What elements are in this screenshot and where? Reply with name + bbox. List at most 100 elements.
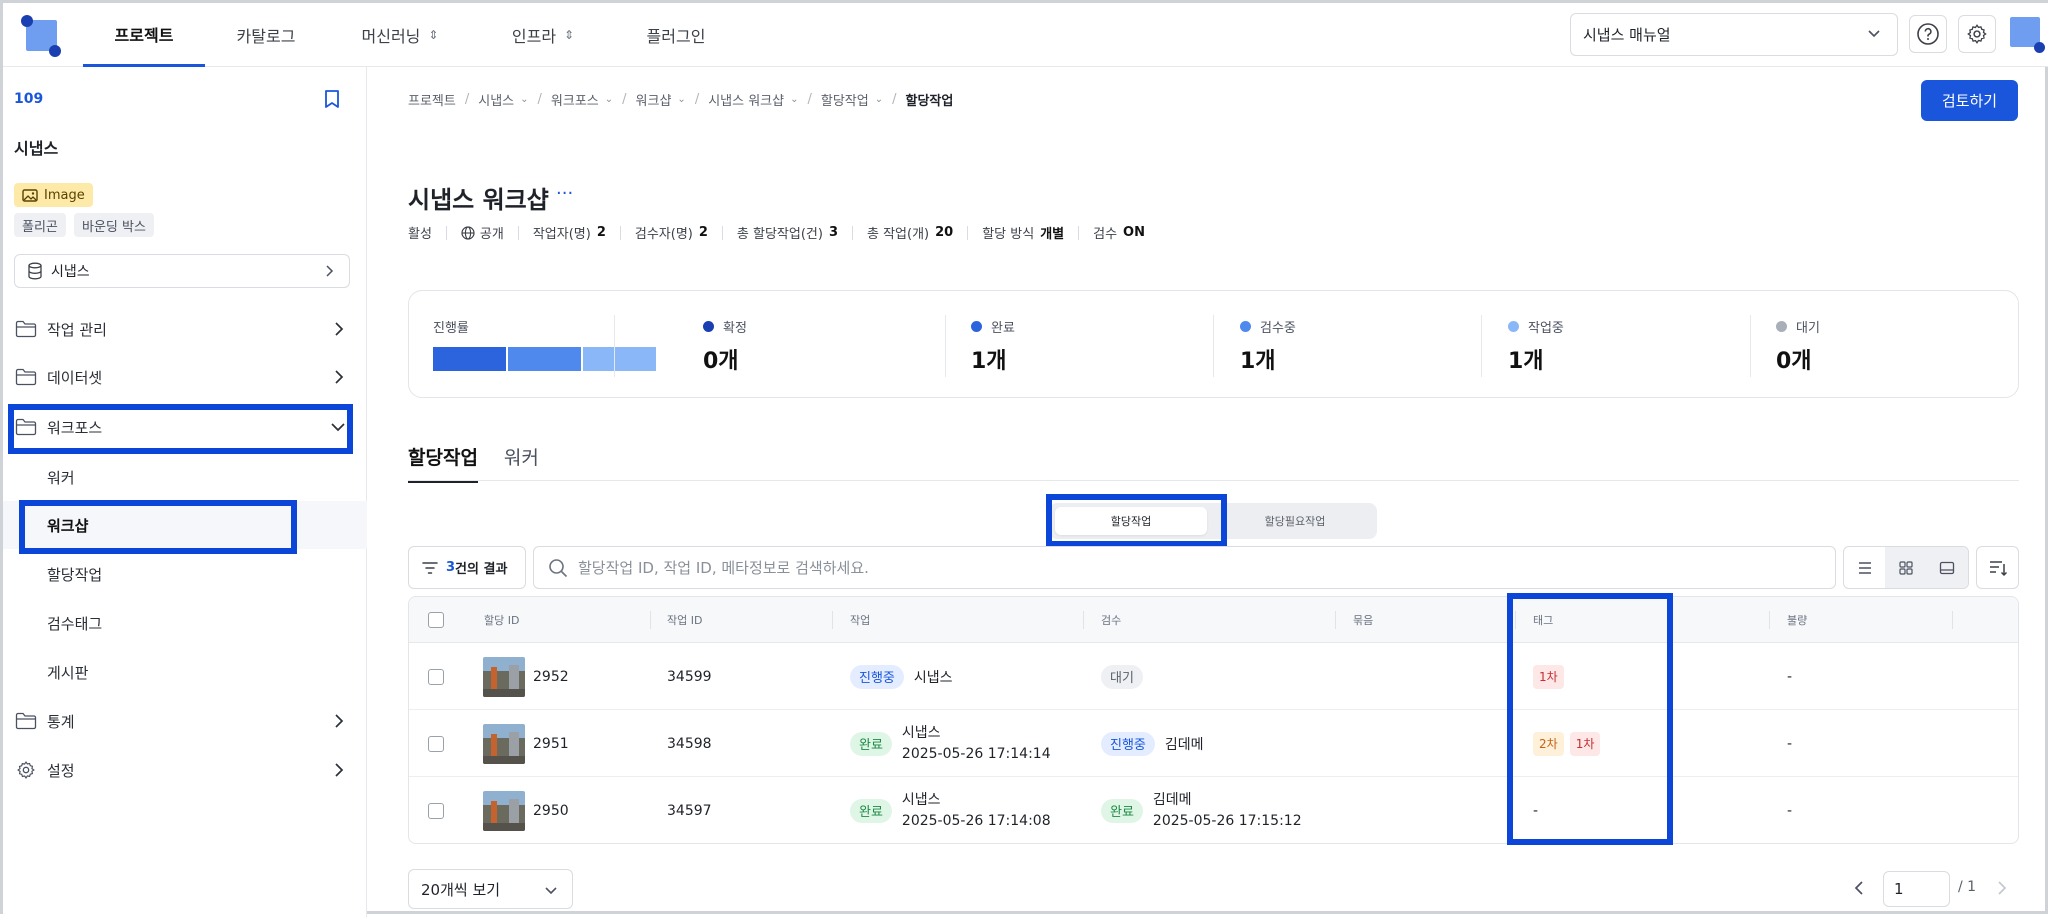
- table-row[interactable]: 2951 34598 완료 시냅스 2025-05-26 17:14:14 진행중…: [409, 710, 2018, 777]
- project-id: 109: [14, 91, 44, 107]
- status-badge: 완료: [850, 798, 892, 823]
- chevron-right-icon: [335, 763, 344, 777]
- sidebar-item-workforce[interactable]: 워크포스: [3, 403, 367, 451]
- page-total: / 1: [1958, 879, 1977, 895]
- list-icon: [1858, 561, 1871, 574]
- assignment-table: 할당 ID 작업 ID 작업 검수 묶음 태그 불량 2952 34599 진행: [408, 596, 2019, 844]
- status-text: 활성: [408, 227, 432, 242]
- status-dot-icon: [1240, 321, 1251, 332]
- grid-icon: [1899, 560, 1913, 575]
- manual-select[interactable]: 시냅스 매뉴얼: [1570, 13, 1898, 56]
- sidebar-item-settings[interactable]: 설정: [3, 746, 367, 794]
- dataset-select[interactable]: 시냅스: [14, 254, 350, 288]
- more-options-button[interactable]: ···: [556, 183, 573, 204]
- column-header[interactable]: 태그: [1533, 597, 1553, 643]
- user-avatar[interactable]: [2010, 17, 2046, 55]
- updown-chevron-icon: ⇕: [564, 28, 575, 42]
- page-number-input[interactable]: 1: [1883, 871, 1950, 907]
- prev-page-icon[interactable]: [1852, 879, 1866, 897]
- image-thumbnail: [483, 790, 525, 831]
- breadcrumb-item[interactable]: 워크샵: [636, 90, 672, 109]
- column-header[interactable]: 검수: [1101, 597, 1121, 643]
- help-button[interactable]: [1909, 15, 1947, 53]
- work-timestamp: 2025-05-26 17:14:14: [901, 745, 1051, 762]
- bookmark-icon[interactable]: [323, 89, 341, 109]
- column-header[interactable]: 불량: [1787, 597, 1807, 643]
- breadcrumb-item[interactable]: 워크포스: [551, 90, 599, 109]
- sidebar-item-workshop[interactable]: 워크샵: [3, 501, 367, 549]
- sidebar-item-task-manage[interactable]: 작업 관리: [3, 305, 367, 353]
- sidebar-item-board[interactable]: 게시판: [3, 648, 367, 696]
- grid-view-button[interactable]: [1885, 547, 1927, 588]
- content-tabs: 할당작업 워커: [408, 443, 565, 483]
- breadcrumb-item[interactable]: 프로젝트: [408, 90, 456, 109]
- reviewers-count: 검수자(명) 2: [634, 225, 708, 242]
- column-header[interactable]: 작업: [850, 597, 870, 643]
- settings-button[interactable]: [1958, 15, 1996, 53]
- chevron-down-icon: ⌄: [604, 94, 614, 105]
- row-checkbox[interactable]: [428, 735, 444, 752]
- list-view-button[interactable]: [1844, 547, 1885, 588]
- assignment-segment-control: 할당작업 할당필요작업: [1049, 503, 1377, 539]
- assign-id: 2952: [533, 668, 569, 685]
- sort-button[interactable]: [1976, 546, 2019, 589]
- app-logo[interactable]: [21, 15, 61, 57]
- column-header[interactable]: 할당 ID: [484, 597, 519, 643]
- breadcrumb-item[interactable]: 시냅스 워크샵: [708, 90, 784, 109]
- table-row[interactable]: 2950 34597 완료 시냅스 2025-05-26 17:14:08 완료 …: [409, 777, 2018, 843]
- breadcrumb-item[interactable]: 시냅스: [478, 90, 514, 109]
- panel-icon: [1940, 561, 1955, 574]
- column-header[interactable]: 묶음: [1353, 597, 1373, 643]
- review-button[interactable]: 검토하기: [1921, 80, 2018, 121]
- panel-view-button[interactable]: [1926, 547, 1968, 588]
- nav-catalog[interactable]: 카탈로그: [205, 3, 327, 67]
- worker-name: 시냅스: [901, 724, 941, 741]
- sidebar-item-review-tag[interactable]: 검수태그: [3, 599, 367, 647]
- view-mode-group: [1843, 546, 1969, 589]
- review-timestamp: 2025-05-26 17:15:12: [1152, 812, 1302, 829]
- nav-plugins[interactable]: 플러그인: [613, 3, 739, 67]
- sidebar-item-assignment[interactable]: 할당작업: [3, 550, 367, 598]
- search-input[interactable]: [578, 558, 1778, 577]
- defect-value: -: [1787, 735, 1793, 752]
- visibility: 공개: [461, 223, 504, 242]
- chevron-down-icon: ⌄: [677, 94, 686, 105]
- row-checkbox[interactable]: [428, 668, 444, 685]
- column-header[interactable]: 작업 ID: [667, 597, 702, 643]
- assign-method: 할당 방식 개별: [982, 227, 1065, 242]
- worker-name: 시냅스: [913, 669, 953, 686]
- nav-machine-learning[interactable]: 머신러닝 ⇕: [327, 3, 473, 67]
- folder-icon: [15, 368, 37, 386]
- select-all-checkbox[interactable]: [428, 612, 444, 628]
- next-page-icon[interactable]: [1995, 879, 2009, 897]
- chevron-down-icon: [331, 423, 345, 432]
- data-type-badge: Image: [14, 183, 93, 207]
- per-page-select[interactable]: 20개씩 보기: [408, 869, 573, 909]
- search-box: [533, 546, 1836, 589]
- nav-infra[interactable]: 인프라 ⇕: [473, 3, 613, 67]
- review-setting: 검수 ON: [1093, 225, 1145, 242]
- status-dot-icon: [703, 321, 714, 332]
- segment-needs-assignment[interactable]: 할당필요작업: [1219, 507, 1371, 535]
- task-id: 34597: [667, 802, 712, 819]
- filter-button[interactable]: 3 건의 결과: [408, 546, 526, 589]
- status-badge: 대기: [1101, 664, 1143, 689]
- row-checkbox[interactable]: [428, 802, 444, 819]
- segment-assigned[interactable]: 할당작업: [1055, 507, 1207, 535]
- breadcrumb-item[interactable]: 할당작업: [821, 90, 869, 109]
- globe-icon: [461, 225, 475, 240]
- gear-icon: [1967, 24, 1987, 44]
- filter-icon: [422, 561, 438, 574]
- tab-assignments[interactable]: 할당작업: [408, 443, 478, 483]
- main-nav: 프로젝트 카탈로그 머신러닝 ⇕ 인프라 ⇕ 플러그인: [83, 3, 739, 67]
- nav-projects[interactable]: 프로젝트: [83, 3, 205, 67]
- sidebar-item-stats[interactable]: 통계: [3, 697, 367, 745]
- sidebar-item-worker[interactable]: 워커: [3, 453, 367, 501]
- table-row[interactable]: 2952 34599 진행중 시냅스 대기 1차 -: [409, 643, 2018, 710]
- work-timestamp: 2025-05-26 17:14:08: [901, 812, 1051, 829]
- tab-workers[interactable]: 워커: [504, 443, 539, 483]
- sidebar-item-dataset[interactable]: 데이터셋: [3, 353, 367, 401]
- status-dot-icon: [971, 321, 982, 332]
- status-dot-icon: [1776, 321, 1787, 332]
- chevron-down-icon: ⌄: [874, 94, 884, 105]
